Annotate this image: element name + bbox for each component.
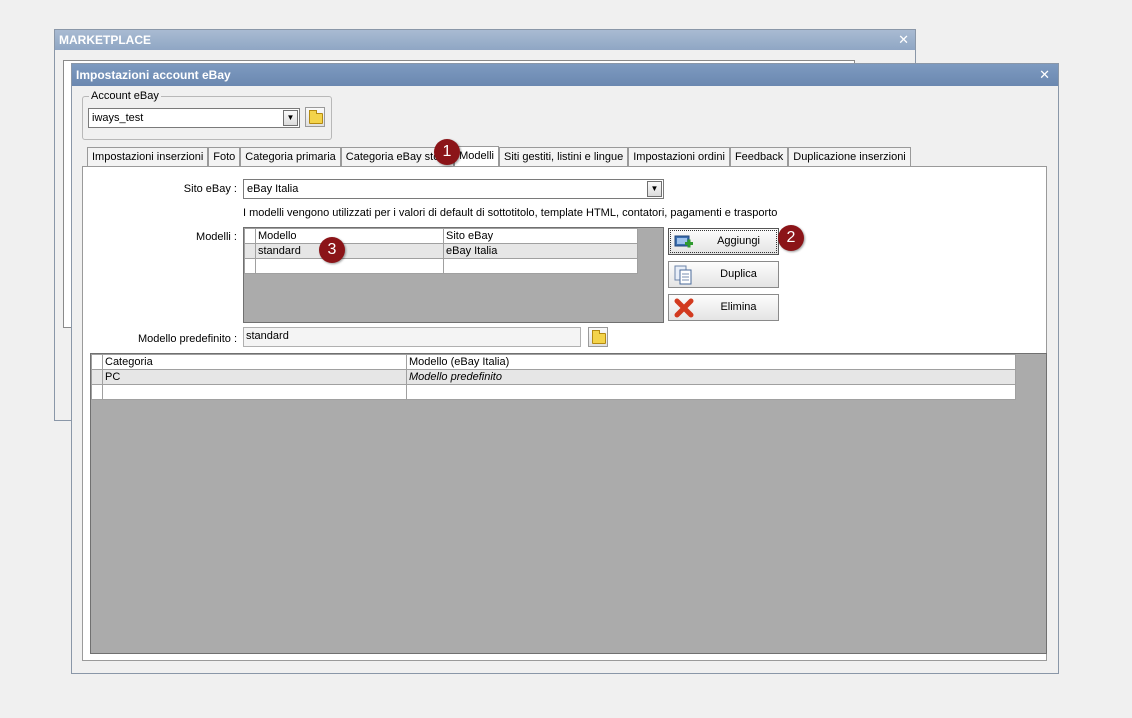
annotation-badge-3: 3: [319, 237, 345, 263]
default-model-value: standard: [246, 330, 289, 342]
account-combo[interactable]: iways_test ▼: [88, 108, 300, 128]
row-selector[interactable]: [244, 258, 256, 274]
tab-foto[interactable]: Foto: [208, 147, 241, 167]
add-button[interactable]: Aggiungi: [668, 228, 779, 255]
folder-icon: [309, 110, 323, 124]
column-header-categoria[interactable]: Categoria: [102, 354, 407, 370]
table-row-new[interactable]: [244, 258, 638, 274]
default-model-folder-button[interactable]: [588, 327, 608, 347]
tab-strip: Impostazioni inserzioni Foto Categoria p…: [87, 146, 911, 167]
close-icon[interactable]: ✕: [1039, 67, 1050, 83]
account-folder-button[interactable]: [305, 107, 325, 127]
table-row[interactable]: standard eBay Italia: [244, 243, 638, 259]
row-selector[interactable]: [91, 384, 103, 400]
site-combo[interactable]: eBay Italia ▼: [243, 179, 664, 199]
add-button-label: Aggiungi: [717, 235, 760, 247]
row-selector[interactable]: [244, 243, 256, 259]
chevron-down-icon[interactable]: ▼: [647, 181, 662, 197]
window-title: Impostazioni account eBay: [72, 64, 1058, 86]
delete-button-label: Elimina: [720, 301, 757, 313]
cell-empty[interactable]: [102, 384, 407, 400]
account-group-legend: Account eBay: [89, 90, 161, 102]
tab-impostazioni-inserzioni[interactable]: Impostazioni inserzioni: [87, 147, 209, 167]
tab-siti-gestiti[interactable]: Siti gestiti, listini e lingue: [498, 147, 629, 167]
tab-panel-modelli: Sito eBay : eBay Italia ▼ I modelli veng…: [82, 166, 1047, 661]
annotation-badge-2: 2: [778, 225, 804, 251]
background-close-icon[interactable]: ✕: [898, 32, 909, 48]
annotation-badge-1: 1: [434, 139, 460, 165]
row-selector[interactable]: [91, 369, 103, 385]
default-model-field: standard: [243, 327, 581, 347]
background-window-title: MARKETPLACE: [55, 30, 915, 50]
tab-duplicazione-inserzioni[interactable]: Duplicazione inserzioni: [788, 147, 911, 167]
tab-modelli[interactable]: Modelli: [454, 146, 499, 167]
table-row[interactable]: PC Modello predefinito: [91, 369, 1016, 385]
duplicate-button[interactable]: Duplica: [668, 261, 779, 288]
duplicate-icon: [674, 265, 692, 285]
column-header-sito[interactable]: Sito eBay: [443, 228, 638, 244]
site-label: Sito eBay :: [183, 183, 237, 195]
chevron-down-icon[interactable]: ▼: [283, 110, 298, 126]
models-label: Modelli :: [196, 231, 237, 243]
cell-empty[interactable]: [255, 258, 444, 274]
account-combo-value: iways_test: [92, 112, 144, 124]
cell-modello[interactable]: Modello predefinito: [406, 369, 1016, 385]
tab-categoria-primaria[interactable]: Categoria primaria: [240, 147, 341, 167]
duplicate-button-label: Duplica: [720, 268, 757, 280]
tab-feedback[interactable]: Feedback: [729, 147, 789, 167]
site-combo-value: eBay Italia: [247, 183, 299, 195]
delete-x-icon: [674, 298, 694, 318]
table-row-new[interactable]: [91, 384, 1016, 400]
ebay-account-settings-window: Impostazioni account eBay ✕ Account eBay…: [71, 63, 1059, 674]
cell-empty[interactable]: [443, 258, 638, 274]
cell-modello[interactable]: standard: [255, 243, 444, 259]
add-model-icon: [674, 235, 693, 248]
models-grid: Modello Sito eBay standard eBay Italia: [243, 227, 664, 323]
default-model-label: Modello predefinito :: [137, 333, 237, 345]
cell-empty[interactable]: [406, 384, 1016, 400]
tab-impostazioni-ordini[interactable]: Impostazioni ordini: [628, 147, 730, 167]
folder-icon: [592, 330, 606, 344]
cell-sito[interactable]: eBay Italia: [443, 243, 638, 259]
delete-button[interactable]: Elimina: [668, 294, 779, 321]
row-selector: [91, 354, 103, 370]
column-header-modello[interactable]: Modello: [255, 228, 444, 244]
row-selector: [244, 228, 256, 244]
info-text: I modelli vengono utilizzati per i valor…: [243, 207, 778, 219]
account-group: Account eBay iways_test ▼: [82, 90, 332, 140]
category-grid: Categoria Modello (eBay Italia) PC Model…: [90, 353, 1047, 654]
column-header-modello-ebay-italia[interactable]: Modello (eBay Italia): [406, 354, 1016, 370]
cell-categoria[interactable]: PC: [102, 369, 407, 385]
